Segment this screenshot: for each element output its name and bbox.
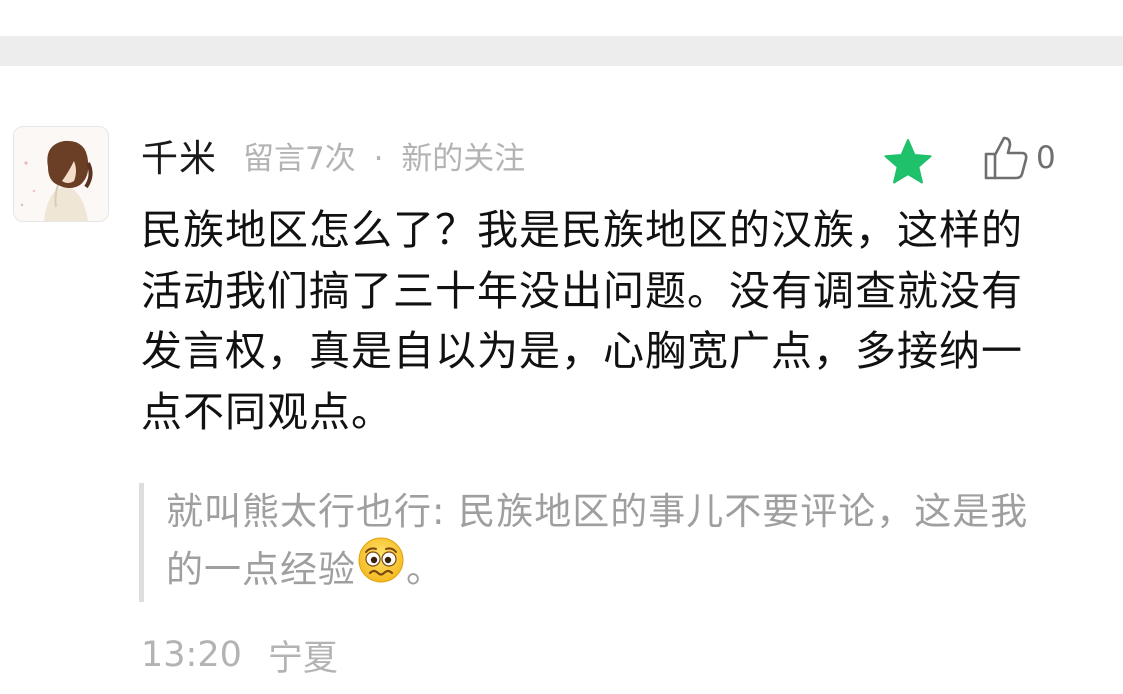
quoted-reply-text: 就叫熊太行也行: 民族地区的事儿不要评论，这是我的一点经验 。 <box>166 483 1066 602</box>
thumbs-up-icon <box>984 136 1028 180</box>
nickname[interactable]: 千米 <box>141 128 217 182</box>
quoted-reply: 就叫熊太行也行: 民族地区的事儿不要评论，这是我的一点经验 。 <box>139 483 1066 602</box>
like-button[interactable]: 0 <box>982 130 1056 186</box>
star-button[interactable] <box>880 134 936 190</box>
comment-card: 千米 留言7次 · 新的关注 0 民族地区怎么了？我是民族地区的汉族，这样的活动… <box>0 66 1123 694</box>
quote-suffix: 。 <box>406 548 444 591</box>
meta-separator: · <box>373 140 384 177</box>
worried-face-emoji <box>356 535 406 602</box>
star-icon <box>884 139 932 184</box>
comment-body: 民族地区怎么了？我是民族地区的汉族，这样的活动我们搞了三十年没出问题。没有调查就… <box>141 206 1023 436</box>
comment-location: 宁夏 <box>267 638 338 679</box>
section-divider <box>0 36 1123 66</box>
avatar[interactable] <box>13 126 109 222</box>
comment-count: 留言7次 <box>243 140 356 177</box>
comment-time: 13:20 <box>141 635 242 675</box>
top-strip <box>0 0 1123 36</box>
user-meta: 留言7次 · 新的关注 <box>243 133 525 178</box>
comment-header: 千米 留言7次 · 新的关注 <box>141 130 525 180</box>
like-count: 0 <box>1036 140 1056 176</box>
comment-footer: 13:20 宁夏 <box>141 632 338 679</box>
follow-tag: 新的关注 <box>401 140 526 177</box>
avatar-illustration <box>14 127 108 221</box>
quote-content: 就叫熊太行也行: 民族地区的事儿不要评论，这是我的一点经验 <box>166 490 1029 591</box>
